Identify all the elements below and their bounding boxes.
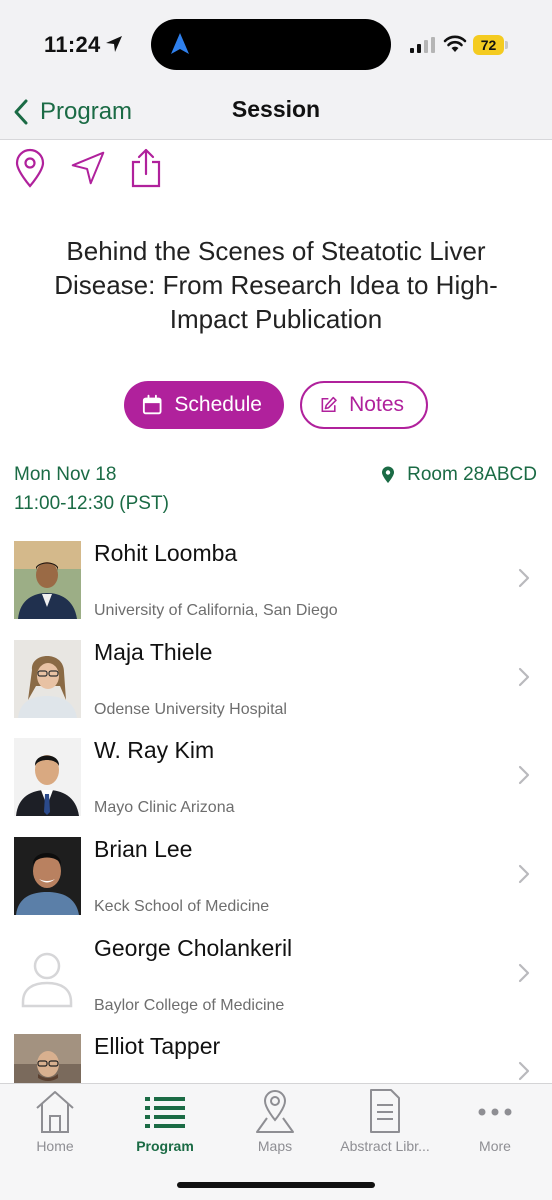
tab-label: Program bbox=[136, 1138, 194, 1154]
dynamic-island bbox=[151, 19, 391, 70]
home-indicator bbox=[177, 1182, 375, 1188]
map-pin-icon bbox=[256, 1090, 294, 1133]
speaker-row[interactable]: Elliot Tapper bbox=[0, 1023, 552, 1083]
notes-button[interactable]: Notes bbox=[300, 381, 428, 429]
calendar-icon bbox=[142, 394, 162, 415]
speaker-photo bbox=[14, 541, 81, 619]
tab-program[interactable]: Program bbox=[110, 1088, 220, 1156]
tab-label: More bbox=[479, 1138, 511, 1154]
session-screen: 11:24 72 Program Session Behind the Scen… bbox=[0, 0, 552, 1200]
tab-home[interactable]: Home bbox=[0, 1088, 110, 1156]
location-services-icon bbox=[106, 36, 122, 52]
speaker-name: Brian Lee bbox=[94, 836, 193, 863]
navigate-arrow-icon bbox=[71, 151, 105, 185]
tab-maps[interactable]: Maps bbox=[220, 1088, 330, 1156]
chevron-right-icon bbox=[518, 963, 530, 982]
maps-navigation-icon bbox=[171, 33, 189, 54]
location-pin-icon bbox=[15, 148, 45, 188]
speaker-row[interactable]: Brian Lee Keck School of Medicine bbox=[0, 826, 552, 925]
home-icon bbox=[36, 1091, 74, 1133]
avatar-placeholder-icon bbox=[14, 935, 81, 1014]
speaker-affiliation: Mayo Clinic Arizona bbox=[94, 799, 235, 817]
session-actions bbox=[12, 146, 164, 190]
chevron-right-icon bbox=[518, 667, 530, 686]
speaker-row[interactable]: Maja Thiele Odense University Hospital bbox=[0, 629, 552, 728]
list-icon bbox=[145, 1097, 185, 1128]
battery-level: 72 bbox=[473, 35, 504, 55]
share-icon bbox=[131, 148, 161, 188]
status-time: 11:24 bbox=[44, 32, 101, 57]
chevron-right-icon bbox=[518, 864, 530, 884]
session-room[interactable]: Room 28ABCD bbox=[381, 464, 537, 486]
tab-label: Maps bbox=[257, 1138, 293, 1154]
battery-indicator: 72 bbox=[473, 35, 509, 55]
edit-note-icon bbox=[321, 396, 337, 413]
tab-label: Home bbox=[36, 1138, 74, 1154]
notes-label: Notes bbox=[349, 393, 404, 416]
schedule-label: Schedule bbox=[174, 393, 262, 416]
speaker-affiliation: Baylor College of Medicine bbox=[94, 996, 285, 1014]
more-icon bbox=[478, 1108, 512, 1116]
schedule-button[interactable]: Schedule bbox=[124, 381, 284, 429]
back-button[interactable]: Program bbox=[10, 92, 132, 132]
speaker-row[interactable]: W. Ray Kim Mayo Clinic Arizona bbox=[0, 727, 552, 826]
speaker-affiliation: University of California, San Diego bbox=[94, 602, 338, 619]
navigation-bar: Program Session bbox=[0, 86, 552, 140]
chevron-right-icon bbox=[518, 766, 530, 785]
speaker-name: W. Ray Kim bbox=[94, 737, 215, 764]
back-label: Program bbox=[40, 98, 133, 125]
speaker-photo bbox=[14, 1034, 81, 1083]
session-date: Mon Nov 18 bbox=[14, 464, 117, 485]
speaker-photo bbox=[14, 738, 81, 817]
chevron-left-icon bbox=[14, 99, 28, 125]
document-icon bbox=[370, 1089, 400, 1133]
speaker-affiliation: Odense University Hospital bbox=[94, 700, 287, 718]
tab-abstract-library[interactable]: Abstract Libr... bbox=[330, 1088, 440, 1156]
navigate-button[interactable] bbox=[70, 146, 106, 190]
speaker-affiliation: Keck School of Medicine bbox=[94, 898, 270, 916]
session-title: Behind the Scenes of Steatotic Liver Dis… bbox=[54, 236, 498, 334]
speaker-row[interactable]: Rohit Loomba University of California, S… bbox=[0, 530, 552, 629]
wifi-icon bbox=[443, 35, 467, 52]
cellular-signal-icon bbox=[410, 37, 435, 53]
speaker-photo bbox=[14, 837, 81, 916]
speaker-row[interactable]: George Cholankeril Baylor College of Med… bbox=[0, 925, 552, 1024]
map-marker-icon bbox=[382, 466, 395, 483]
session-buttons: Schedule Notes bbox=[0, 381, 552, 429]
location-button[interactable] bbox=[12, 146, 48, 190]
tab-label: Abstract Libr... bbox=[340, 1138, 430, 1154]
speaker-name: Elliot Tapper bbox=[94, 1033, 221, 1060]
chevron-right-icon bbox=[518, 1062, 530, 1081]
status-bar: 11:24 72 bbox=[0, 0, 552, 86]
speaker-name: George Cholankeril bbox=[94, 934, 293, 961]
tab-more[interactable]: More bbox=[440, 1088, 550, 1156]
speaker-list: Rohit Loomba University of California, S… bbox=[0, 530, 552, 1083]
share-button[interactable] bbox=[128, 146, 164, 190]
chevron-right-icon bbox=[518, 568, 530, 588]
session-time: 11:00-12:30 (PST) bbox=[14, 493, 169, 514]
speaker-name: Rohit Loomba bbox=[94, 540, 238, 566]
speaker-photo bbox=[14, 639, 81, 718]
room-label: Room 28ABCD bbox=[407, 464, 537, 485]
speaker-name: Maja Thiele bbox=[94, 638, 213, 665]
